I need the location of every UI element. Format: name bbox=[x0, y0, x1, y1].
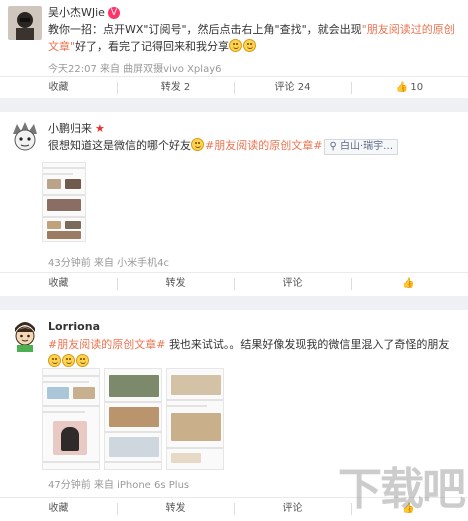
avatar[interactable] bbox=[8, 6, 42, 40]
post-meta: 今天22:07 来自 曲屏双摄vivo Xplay6 bbox=[48, 64, 222, 75]
post-text-part: 好了，看完了记得回来和我分享 bbox=[75, 40, 230, 53]
post-text: #朋友阅读的原创文章# 我也来试试。。结果好像发现我的微信里混入了奇怪的朋友 bbox=[48, 336, 463, 370]
location-text: 白山·瑞宇… bbox=[339, 141, 394, 152]
smiley-emoji-icon bbox=[243, 39, 257, 52]
post-card: 小鹏归来 ★ 很想知道这是微信的哪个好友 #朋友阅读的原创文章# ⚲ 白山·瑞宇… 4… bbox=[0, 112, 468, 296]
repost-button[interactable]: 转发 2 bbox=[117, 77, 234, 98]
like-button[interactable]: 👍 10 bbox=[351, 77, 468, 98]
username-text[interactable]: 小鹏归来 bbox=[48, 122, 92, 135]
topic-link[interactable]: #朋友阅读的原创文章# bbox=[205, 139, 322, 152]
watermark-logo: 下载吧 bbox=[338, 464, 466, 515]
post-image-thumbnail[interactable] bbox=[42, 368, 100, 470]
repost-button[interactable]: 转发 bbox=[117, 498, 234, 519]
username[interactable]: 吴小杰WJie V bbox=[48, 4, 120, 20]
action-bar: 收藏 转发 2 评论 24 👍 10 bbox=[0, 76, 468, 98]
post-image-thumbnail[interactable] bbox=[166, 368, 224, 470]
like-button[interactable]: 👍 bbox=[351, 273, 468, 294]
cat-emoji-icon bbox=[48, 354, 61, 367]
favorite-button[interactable]: 收藏 bbox=[0, 498, 117, 519]
post-text-part: 很想知道这是微信的哪个好友 bbox=[48, 139, 191, 152]
thumbs-up-icon: 👍 bbox=[402, 278, 415, 289]
post-meta: 47分钟前 来自 iPhone 6s Plus bbox=[48, 480, 190, 491]
repost-button[interactable]: 转发 bbox=[117, 273, 234, 294]
topic-link[interactable]: #朋友阅读的原创文章# bbox=[48, 338, 165, 351]
comment-button[interactable]: 评论 bbox=[234, 498, 351, 519]
avatar[interactable] bbox=[8, 318, 42, 352]
username[interactable]: Lorriona bbox=[48, 320, 100, 333]
action-bar: 收藏 转发 评论 👍 bbox=[0, 272, 468, 294]
post-text: 很想知道这是微信的哪个好友 #朋友阅读的原创文章# ⚲ 白山·瑞宇… bbox=[48, 137, 458, 155]
thumbs-up-icon: 👍 bbox=[395, 82, 409, 93]
username-text[interactable]: 吴小杰WJie bbox=[48, 6, 105, 19]
post-text-part: 我也来试试。。结果好像发现我的微信里混入了奇怪的朋友 bbox=[168, 338, 450, 351]
star-icon: ★ bbox=[95, 122, 105, 135]
post-meta: 43分钟前 来自 小米手机4c bbox=[48, 258, 169, 269]
avatar[interactable] bbox=[8, 120, 42, 154]
weibo-feed: 吴小杰WJie V 教你一招：点开WX"订阅号"，然后点击右上角"查找"，就会出现… bbox=[0, 0, 468, 521]
favorite-button[interactable]: 收藏 bbox=[0, 273, 117, 294]
cat-emoji-icon bbox=[76, 354, 89, 367]
post-text-part: 教你一招：点开WX"订阅号"，然后点击右上角"查找"，就会出现 bbox=[48, 23, 362, 36]
post-image-thumbnail[interactable] bbox=[42, 162, 86, 242]
comment-button[interactable]: 评论 24 bbox=[234, 77, 351, 98]
location-pin-icon: ⚲ bbox=[329, 141, 340, 152]
post-text: 教你一招：点开WX"订阅号"，然后点击右上角"查找"，就会出现"朋友阅读过的原创… bbox=[48, 21, 458, 55]
like-count: 10 bbox=[410, 82, 424, 93]
cat-emoji-icon bbox=[191, 138, 204, 151]
username[interactable]: 小鹏归来 ★ bbox=[48, 120, 105, 136]
post-card: 吴小杰WJie V 教你一招：点开WX"订阅号"，然后点击右上角"查找"，就会出现… bbox=[0, 0, 468, 98]
cat-emoji-icon bbox=[62, 354, 75, 367]
favorite-button[interactable]: 收藏 bbox=[0, 77, 117, 98]
verified-badge-icon: V bbox=[107, 7, 120, 19]
location-tag[interactable]: ⚲ 白山·瑞宇… bbox=[324, 139, 399, 155]
smiley-emoji-icon bbox=[229, 39, 243, 52]
comment-button[interactable]: 评论 bbox=[234, 273, 351, 294]
post-image-thumbnail[interactable] bbox=[104, 368, 162, 470]
